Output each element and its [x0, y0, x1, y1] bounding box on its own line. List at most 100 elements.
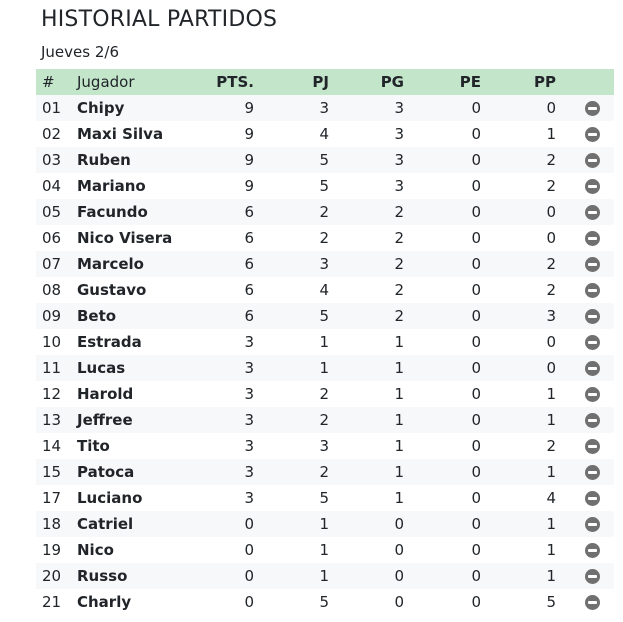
- row-actions: [556, 95, 614, 121]
- row-actions: [556, 537, 614, 563]
- page-subtitle: Jueves 2/6: [41, 43, 119, 61]
- points: 9: [244, 177, 254, 195]
- remove-player-icon[interactable]: [585, 413, 600, 428]
- table-row: 20 Russo 0 1 0 0 1: [36, 563, 614, 589]
- matches-won: 1: [394, 437, 404, 455]
- matches-won: 1: [394, 385, 404, 403]
- matches-won: 1: [394, 333, 404, 351]
- remove-player-icon[interactable]: [585, 517, 600, 532]
- table-row: 17 Luciano 3 5 1 0 4: [36, 485, 614, 511]
- row-actions: [556, 433, 614, 459]
- remove-player-icon[interactable]: [585, 283, 600, 298]
- table-row: 13 Jeffree 3 2 1 0 1: [36, 407, 614, 433]
- points: 0: [244, 567, 254, 585]
- row-index: 08: [42, 281, 62, 299]
- row-index: 14: [42, 437, 62, 455]
- table-row: 19 Nico 0 1 0 0 1: [36, 537, 614, 563]
- matches-drawn: 0: [471, 463, 481, 481]
- points: 0: [244, 593, 254, 611]
- remove-player-icon[interactable]: [585, 543, 600, 558]
- row-actions: [556, 147, 614, 173]
- points: 9: [244, 151, 254, 169]
- matches-lost: 1: [546, 515, 556, 533]
- matches-lost: 5: [546, 593, 556, 611]
- points: 6: [244, 281, 254, 299]
- remove-player-icon[interactable]: [585, 335, 600, 350]
- matches-drawn: 0: [471, 593, 481, 611]
- points: 3: [244, 463, 254, 481]
- matches-drawn: 0: [471, 489, 481, 507]
- player-name: Catriel: [77, 515, 134, 533]
- remove-player-icon[interactable]: [585, 387, 600, 402]
- table-body: 01 Chipy 9 3 3 0 0 02 Maxi Silva 9 4 3 0 1 03 Ruben 9 5 3 0…: [36, 95, 614, 615]
- matches-won: 2: [394, 229, 404, 247]
- matches-drawn: 0: [471, 541, 481, 559]
- points: 6: [244, 203, 254, 221]
- matches-drawn: 0: [471, 411, 481, 429]
- player-name: Nico Visera: [77, 229, 173, 247]
- matches-won: 0: [394, 593, 404, 611]
- points: 3: [244, 359, 254, 377]
- player-name: Chipy: [77, 99, 125, 117]
- matches-won: 1: [394, 411, 404, 429]
- table-row: 07 Marcelo 6 3 2 0 2: [36, 251, 614, 277]
- remove-player-icon[interactable]: [585, 595, 600, 610]
- remove-player-icon[interactable]: [585, 101, 600, 116]
- matches-played: 3: [319, 437, 329, 455]
- matches-lost: 1: [546, 567, 556, 585]
- matches-lost: 2: [546, 437, 556, 455]
- matches-drawn: 0: [471, 281, 481, 299]
- player-name: Estrada: [77, 333, 142, 351]
- row-index: 04: [42, 177, 62, 195]
- row-actions: [556, 303, 614, 329]
- matches-drawn: 0: [471, 203, 481, 221]
- remove-player-icon[interactable]: [585, 491, 600, 506]
- player-name: Marcelo: [77, 255, 144, 273]
- matches-lost: 0: [546, 359, 556, 377]
- matches-lost: 2: [546, 255, 556, 273]
- matches-played: 5: [319, 177, 329, 195]
- row-actions: [556, 563, 614, 589]
- table-row: 12 Harold 3 2 1 0 1: [36, 381, 614, 407]
- matches-drawn: 0: [471, 385, 481, 403]
- matches-played: 5: [319, 489, 329, 507]
- remove-player-icon[interactable]: [585, 439, 600, 454]
- player-name: Ruben: [77, 151, 131, 169]
- remove-player-icon[interactable]: [585, 465, 600, 480]
- remove-player-icon[interactable]: [585, 231, 600, 246]
- matches-won: 2: [394, 307, 404, 325]
- matches-won: 0: [394, 541, 404, 559]
- matches-won: 3: [394, 177, 404, 195]
- remove-player-icon[interactable]: [585, 309, 600, 324]
- remove-player-icon[interactable]: [585, 205, 600, 220]
- row-index: 20: [42, 567, 62, 585]
- player-name: Jeffree: [77, 411, 133, 429]
- remove-player-icon[interactable]: [585, 153, 600, 168]
- remove-player-icon[interactable]: [585, 569, 600, 584]
- matches-played: 2: [319, 203, 329, 221]
- matches-drawn: 0: [471, 99, 481, 117]
- matches-played: 3: [319, 255, 329, 273]
- row-index: 12: [42, 385, 62, 403]
- page-title: HISTORIAL PARTIDOS: [41, 7, 278, 32]
- row-index: 02: [42, 125, 62, 143]
- row-index: 09: [42, 307, 62, 325]
- player-name: Tito: [77, 437, 110, 455]
- remove-player-icon[interactable]: [585, 361, 600, 376]
- player-name: Patoca: [77, 463, 135, 481]
- table-row: 05 Facundo 6 2 2 0 0: [36, 199, 614, 225]
- matches-won: 1: [394, 463, 404, 481]
- remove-player-icon[interactable]: [585, 179, 600, 194]
- row-index: 11: [42, 359, 62, 377]
- column-header-lost: PP: [534, 73, 556, 91]
- remove-player-icon[interactable]: [585, 257, 600, 272]
- matches-drawn: 0: [471, 333, 481, 351]
- points: 3: [244, 489, 254, 507]
- column-header-won: PG: [380, 73, 404, 91]
- matches-drawn: 0: [471, 437, 481, 455]
- matches-won: 3: [394, 99, 404, 117]
- remove-player-icon[interactable]: [585, 127, 600, 142]
- row-actions: [556, 225, 614, 251]
- matches-played: 4: [319, 125, 329, 143]
- matches-lost: 3: [546, 307, 556, 325]
